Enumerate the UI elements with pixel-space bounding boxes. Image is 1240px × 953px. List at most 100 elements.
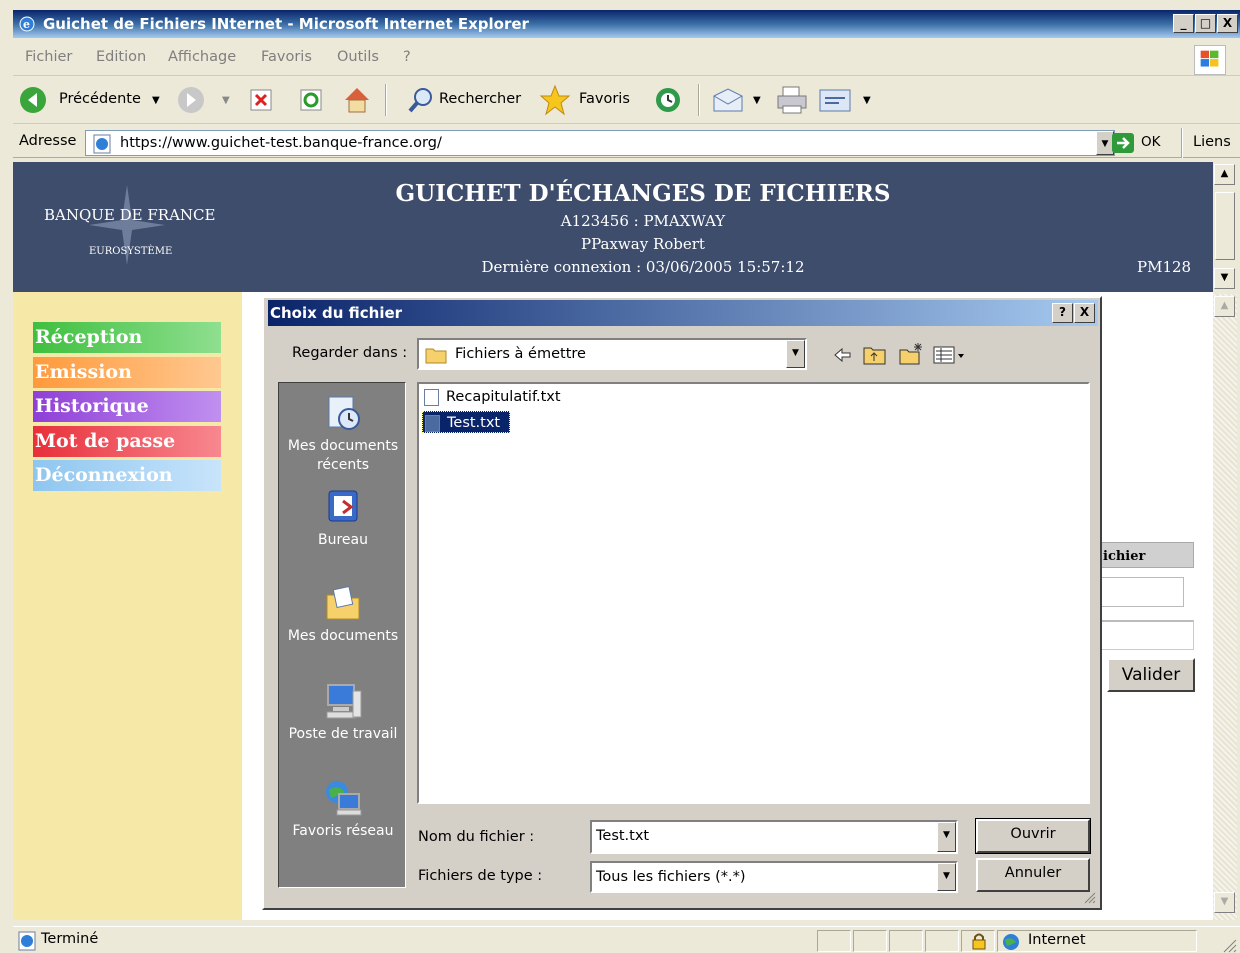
places-bar: Mes documents récents Bureau Mes documen… [278,382,406,888]
valider-button[interactable]: Valider [1107,658,1195,692]
mail-dropdown-icon[interactable]: ▼ [753,95,761,106]
sidebar-item-emission[interactable]: Emission [33,357,221,388]
dialog-close-button[interactable]: X [1074,303,1095,323]
windows-logo-icon [1194,45,1226,75]
filename-label: Nom du fichier : [418,829,535,845]
menu-help[interactable]: ? [403,49,411,65]
logo-text: BANQUE DE FRANCE [44,206,216,224]
resize-grip-icon[interactable] [1221,937,1237,953]
look-in-value: Fichiers à émettre [455,346,586,362]
home-icon[interactable] [341,84,373,116]
address-input[interactable]: https://www.guichet-test.banque-france.o… [85,130,1115,156]
mail-icon[interactable] [711,86,747,114]
go-button[interactable]: OK [1141,134,1160,150]
favorites-star-icon[interactable] [539,84,571,116]
place-desktop[interactable]: Bureau [279,487,407,550]
list-item-recapitulatif[interactable]: Recapitulatif.txt [422,386,561,408]
resize-grip-icon[interactable] [1082,890,1096,904]
edit-dropdown-icon[interactable]: ▼ [863,95,871,106]
sidebar: Réception Emission Historique Mot de pas… [13,292,242,920]
scroll-thumb[interactable] [1215,192,1235,260]
address-url: https://www.guichet-test.banque-france.o… [120,135,442,151]
file-path-input[interactable] [1090,577,1184,607]
status-panel [889,930,923,952]
back-dropdown-icon[interactable]: ▼ [152,95,160,106]
last-login: Dernière connexion : 03/06/2005 15:57:12 [481,258,805,276]
recent-documents-icon [328,396,360,430]
filetype-select[interactable]: Tous les fichiers (*.*) ▼ [590,861,958,893]
file-column-header: ichier [1090,542,1194,568]
help-button[interactable]: ? [1052,303,1073,323]
sidebar-item-mot-de-passe[interactable]: Mot de passe [33,426,221,457]
close-button[interactable]: X [1217,14,1238,33]
open-button[interactable]: Ouvrir [975,818,1091,854]
maximize-button[interactable]: □ [1195,14,1216,33]
menu-fichier[interactable]: Fichier [25,49,72,65]
look-in-dropdown[interactable]: Fichiers à émettre ▼ [417,338,807,370]
folder-icon [425,348,447,364]
search-icon[interactable] [407,86,435,114]
favorites-button-label[interactable]: Favoris [579,91,630,107]
links-button[interactable]: Liens [1193,134,1231,150]
forward-dropdown-icon[interactable]: ▼ [222,95,230,106]
my-computer-icon [326,684,362,719]
cancel-button[interactable]: Annuler [976,858,1090,892]
sidebar-item-reception[interactable]: Réception [33,322,221,353]
back-arrow-icon[interactable] [19,86,47,114]
dialog-title-bar[interactable]: Choix du fichier ? X [268,300,1098,326]
scroll-down-button[interactable]: ▼ [1214,268,1235,289]
lock-icon [972,933,986,950]
menu-affichage[interactable]: Affichage [168,49,236,65]
menu-outils[interactable]: Outils [337,49,379,65]
look-in-label: Regarder dans : [292,345,408,361]
title-bar[interactable]: e Guichet de Fichiers INternet - Microso… [13,10,1240,38]
sidebar-item-deconnexion[interactable]: Déconnexion [33,460,221,491]
forward-arrow-icon[interactable] [177,86,205,114]
view-menu-icon[interactable] [932,344,968,366]
scroll-down-button[interactable]: ▼ [1214,892,1235,913]
internet-explorer-icon: e [19,16,35,32]
status-panel [853,930,887,952]
filename-input[interactable]: Test.txt ▼ [590,820,958,854]
new-folder-icon[interactable] [898,342,924,366]
refresh-icon[interactable] [299,88,323,112]
sidebar-item-historique[interactable]: Historique [33,391,221,422]
look-in-dropdown-button[interactable]: ▼ [786,340,805,368]
history-icon[interactable] [653,86,683,114]
filetype-dropdown-button[interactable]: ▼ [937,863,956,891]
up-folder-icon[interactable] [862,344,888,366]
menu-favoris[interactable]: Favoris [261,49,312,65]
dialog-title: Choix du fichier [270,304,403,322]
account-id: A123456 : PMAXWAY [560,212,726,230]
standard-toolbar: Précédente ▼ ▼ Rechercher Favoris ▼ ▼ [13,78,1240,124]
go-arrow-icon[interactable] [1111,132,1135,154]
minimize-button[interactable]: _ [1173,14,1194,33]
desktop-icon [328,490,358,522]
place-my-documents[interactable]: Mes documents [279,583,407,646]
page-scrollbar[interactable]: ▲ ▼ [1213,294,1237,920]
menu-edition[interactable]: Edition [96,49,146,65]
globe-icon [1003,934,1019,950]
scroll-up-button[interactable]: ▲ [1214,296,1235,317]
user-name: PPaxway Robert [581,235,705,253]
place-network[interactable]: Favoris réseau [279,778,407,841]
scroll-up-button[interactable]: ▲ [1214,164,1235,185]
back-button-label[interactable]: Précédente [59,91,141,107]
place-my-computer[interactable]: Poste de travail [279,681,407,744]
filetype-label: Fichiers de type : [418,868,543,884]
address-bar: Adresse https://www.guichet-test.banque-… [13,128,1240,158]
form-separator [1090,620,1194,650]
place-recent-documents[interactable]: Mes documents récents [279,393,407,475]
file-list[interactable]: Recapitulatif.txt Test.txt [417,382,1090,804]
search-button-label[interactable]: Rechercher [439,91,521,107]
toolbar-separator [698,84,700,116]
edit-icon[interactable] [817,86,853,114]
back-arrow-icon[interactable] [832,346,852,364]
list-item-test[interactable]: Test.txt [422,411,510,433]
network-places-icon [326,781,362,816]
banner-scrollbar[interactable]: ▲ ▼ [1213,162,1237,292]
print-icon[interactable] [775,84,809,116]
filename-dropdown-button[interactable]: ▼ [937,822,956,852]
stop-icon[interactable] [249,88,273,112]
zone-text: Internet [1028,932,1086,948]
